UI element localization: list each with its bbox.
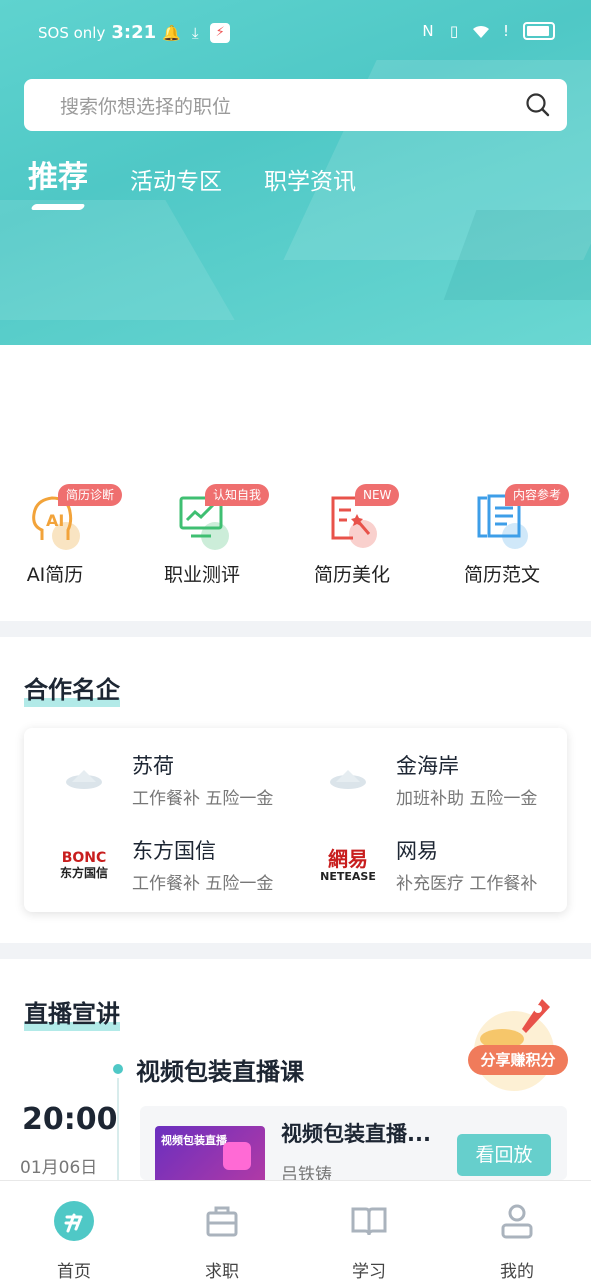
quick-label: 简历美化 xyxy=(313,564,390,586)
bottom-nav: 首页 求职 学习 我的 xyxy=(0,1180,591,1280)
quick-resume-sample[interactable]: 内容参考 简历范文 xyxy=(442,480,570,587)
partner-name: 网易 xyxy=(396,839,438,863)
top-tabs: 推荐 活动专区 职学资讯 xyxy=(28,152,398,196)
partner-item[interactable]: 苏荷 工作餐补 五险一金 xyxy=(44,750,294,820)
live-heading: 视频包装直播课 xyxy=(136,1058,304,1086)
search-input[interactable]: 搜索你想选择的职位 xyxy=(24,79,567,131)
rocket-icon xyxy=(474,999,554,1091)
partner-tags: 加班补助 五险一金 xyxy=(396,789,538,809)
carrier-text: SOS only xyxy=(38,23,106,42)
live-author: 吕铁铸 xyxy=(281,1165,332,1180)
nav-home[interactable]: 首页 xyxy=(29,1201,119,1280)
section-divider xyxy=(0,621,591,637)
badge-new: NEW xyxy=(355,484,400,506)
nav-learn[interactable]: 学习 xyxy=(324,1201,414,1280)
partner-logo-placeholder xyxy=(308,758,388,802)
nav-label: 首页 xyxy=(57,1262,91,1280)
tab-recommend[interactable]: 推荐 xyxy=(28,152,88,196)
tab-activities[interactable]: 活动专区 xyxy=(130,162,222,196)
partner-logo-placeholder xyxy=(44,758,124,802)
live-title: 直播宣讲 xyxy=(24,994,120,1031)
partner-name: 金海岸 xyxy=(396,754,459,778)
search-icon[interactable] xyxy=(525,92,551,118)
quick-label: 职业测评 xyxy=(163,564,240,586)
nav-label: 学习 xyxy=(352,1262,386,1280)
live-thumbnail: 视频包装直播 xyxy=(155,1126,265,1180)
replay-button[interactable]: 看回放 xyxy=(457,1134,551,1176)
home-icon xyxy=(54,1201,94,1241)
quick-ai-resume[interactable]: AI 简历诊断 AI简历 xyxy=(0,480,123,587)
partner-tags: 工作餐补 五险一金 xyxy=(132,874,274,894)
partner-name: 东方国信 xyxy=(132,839,216,863)
bell-icon: 🔔 xyxy=(162,23,181,42)
nfc-icon: N xyxy=(422,22,434,40)
quick-actions: AI 简历诊断 AI简历 认知自我 职业测评 NEW 简历美化 内容参考 简历范… xyxy=(0,480,591,620)
live-card[interactable]: 视频包装直播 视频包装直播... 吕铁铸 看回放 xyxy=(140,1106,567,1180)
live-card-title: 视频包装直播... xyxy=(281,1122,431,1146)
battery-icon xyxy=(523,22,555,40)
quick-resume-beautify[interactable]: NEW 简历美化 xyxy=(292,480,412,587)
share-earn-points[interactable]: 分享赚积分 xyxy=(462,993,572,1093)
netease-logo: 網易 NETEASE xyxy=(320,846,376,883)
bonc-logo: BONC 东方国信 xyxy=(59,850,108,880)
share-earn-label: 分享赚积分 xyxy=(468,1045,568,1075)
clock: 3:21 xyxy=(111,22,157,43)
play-icon xyxy=(223,1142,251,1170)
live-date: 01月06日 xyxy=(20,1158,98,1178)
partner-item[interactable]: 網易 NETEASE 网易 补充医疗 工作餐补 xyxy=(308,835,558,905)
profile-icon xyxy=(501,1204,533,1239)
badge-resume-diagnosis: 简历诊断 xyxy=(58,484,123,506)
quick-label: 简历范文 xyxy=(463,564,540,586)
partners-title: 合作名企 xyxy=(24,670,120,707)
wifi-icon xyxy=(471,22,489,40)
partner-item[interactable]: 金海岸 加班补助 五险一金 xyxy=(308,750,558,820)
status-bar: SOS only 3:21 🔔 ⤓ ⚡ N ▯ ! xyxy=(0,0,591,66)
partner-tags: 工作餐补 五险一金 xyxy=(132,789,274,809)
svg-text:AI: AI xyxy=(46,511,64,530)
badge-self-awareness: 认知自我 xyxy=(205,484,270,506)
partner-name: 苏荷 xyxy=(132,754,174,778)
nav-profile[interactable]: 我的 xyxy=(472,1201,562,1280)
vibrate-icon: ▯ xyxy=(449,22,459,40)
briefcase-icon xyxy=(206,1206,238,1237)
app-notification-icon: ⚡ xyxy=(210,22,231,43)
tab-career-news[interactable]: 职学资讯 xyxy=(264,162,356,196)
quick-career-test[interactable]: 认知自我 职业测评 xyxy=(142,480,270,587)
timeline-dot xyxy=(113,1064,123,1074)
partners-card: 苏荷 工作餐补 五险一金 金海岸 加班补助 五险一金 BONC 东方国信 东方国… xyxy=(24,728,567,912)
download-icon: ⤓ xyxy=(191,23,199,42)
book-icon xyxy=(351,1207,387,1236)
partner-tags: 补充医疗 工作餐补 xyxy=(396,874,538,894)
badge-content-reference: 内容参考 xyxy=(505,484,570,506)
alert-icon: ! xyxy=(502,22,509,40)
nav-label: 求职 xyxy=(205,1262,239,1280)
section-divider xyxy=(0,943,591,959)
partner-item[interactable]: BONC 东方国信 东方国信 工作餐补 五险一金 xyxy=(44,835,294,905)
nav-jobs[interactable]: 求职 xyxy=(177,1201,267,1280)
nav-label: 我的 xyxy=(500,1262,534,1280)
search-placeholder: 搜索你想选择的职位 xyxy=(60,95,232,118)
quick-label: AI简历 xyxy=(26,564,84,586)
live-time: 20:00 xyxy=(22,1102,118,1137)
